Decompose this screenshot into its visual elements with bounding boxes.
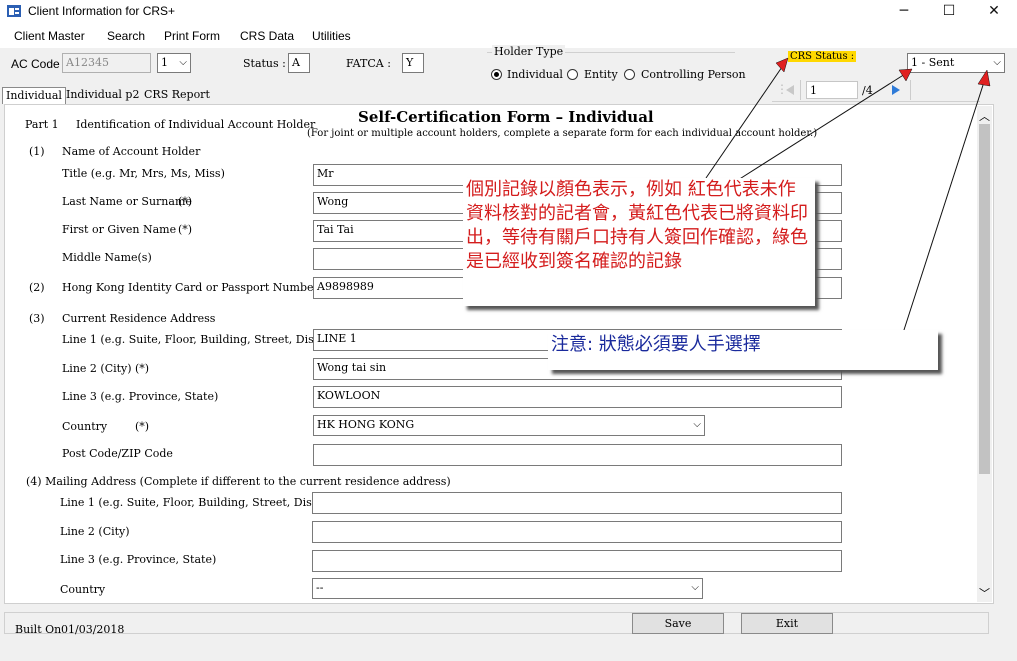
radio-controlling-person-label: Controlling Person (641, 68, 746, 81)
radio-individual-label: Individual (507, 68, 563, 81)
nav-divider (910, 80, 911, 100)
radio-entity[interactable] (567, 69, 578, 80)
window-title: Client Information for CRS+ (28, 4, 176, 18)
page-total: /4 (862, 84, 873, 97)
record-navigator (772, 79, 980, 102)
maximize-button[interactable]: ☐ (926, 0, 972, 26)
chevron-down-icon: ⌵ (993, 57, 1001, 68)
fatca-field[interactable]: Y (402, 53, 424, 73)
postcode-input[interactable] (313, 444, 842, 466)
app-icon (7, 5, 21, 17)
save-button[interactable]: Save (632, 613, 724, 634)
scroll-down-icon[interactable]: ﹀ (979, 585, 990, 601)
minimize-button[interactable]: ─ (881, 0, 927, 26)
holder-type-label: Holder Type (492, 45, 566, 58)
section-1-title: Name of Account Holder (62, 145, 201, 158)
form-title: Self-Certification Form – Individual (358, 108, 654, 126)
first-name-label: First or Given Name (62, 223, 177, 236)
menu-crs-data[interactable]: CRS Data (240, 29, 294, 43)
section-2-number: (2) (29, 281, 45, 294)
mailing-line3-input[interactable] (312, 550, 842, 572)
radio-entity-label: Entity (584, 68, 618, 81)
country-select[interactable]: HK HONG KONG ⌵ (313, 415, 705, 436)
address-line3-input[interactable]: KOWLOON (313, 386, 842, 408)
country-required: (*) (135, 420, 150, 433)
scroll-up-icon[interactable]: ︿ (979, 108, 990, 124)
menu-utilities[interactable]: Utilities (312, 29, 351, 43)
ac-code-field[interactable]: A12345 (62, 53, 151, 73)
menu-print-form[interactable]: Print Form (164, 29, 220, 43)
next-record-icon[interactable] (891, 84, 901, 96)
postcode-label: Post Code/ZIP Code (62, 447, 173, 460)
middle-name-label: Middle Name(s) (62, 251, 152, 264)
menu-client-master[interactable]: Client Master (14, 29, 85, 43)
close-button[interactable]: ✕ (971, 0, 1017, 26)
mailing-line2-label: Line 2 (City) (60, 525, 130, 538)
status-bar (4, 612, 989, 634)
menu-search[interactable]: Search (107, 29, 145, 43)
tab-individual[interactable]: Individual (2, 87, 66, 104)
account-seq-value: 1 (161, 56, 168, 69)
scrollbar-thumb[interactable] (979, 124, 990, 474)
mailing-country-value: -- (316, 581, 324, 594)
page-number-field[interactable]: 1 (806, 81, 858, 99)
part-label: Part 1 (25, 118, 59, 131)
mailing-line3-label: Line 3 (e.g. Province, State) (60, 553, 217, 566)
ac-code-label: AC Code : (11, 57, 67, 71)
color-legend-note: 個別記錄以顏色表示，例如 紅色代表未作資料核對的記者會，黃紅色代表已將資料印出，… (463, 178, 815, 306)
mailing-country-label: Country (60, 583, 106, 596)
address-line2-required: (*) (135, 362, 150, 375)
section-4-title: (4) Mailing Address (Complete if differe… (26, 475, 451, 488)
prev-record-icon[interactable] (785, 84, 795, 96)
address-line1-label: Line 1 (e.g. Suite, Floor, Building, Str… (62, 333, 342, 346)
tab-individual-p2[interactable]: Individual p2 (63, 87, 142, 103)
crs-status-label: CRS Status : (788, 51, 857, 62)
first-name-required: (*) (178, 223, 193, 236)
chevron-down-icon: ⌵ (691, 582, 699, 593)
address-line3-label: Line 3 (e.g. Province, State) (62, 390, 219, 403)
address-line2-label: Line 2 (City) (62, 362, 132, 375)
section-3-number: (3) (29, 312, 45, 325)
last-name-label: Last Name or Surname (62, 195, 192, 208)
mailing-country-select[interactable]: -- ⌵ (312, 578, 703, 599)
chevron-down-icon: ⌵ (693, 419, 701, 430)
exit-button[interactable]: Exit (741, 613, 833, 634)
built-on-date: 01/03/2018 (61, 623, 125, 636)
title-label: Title (e.g. Mr, Mrs, Ms, Miss) (62, 167, 225, 180)
part-title: Identification of Individual Account Hol… (76, 118, 316, 131)
built-on-label: Built On (15, 623, 62, 636)
section-3-title: Current Residence Address (62, 312, 216, 325)
mailing-line1-label: Line 1 (e.g. Suite, Floor, Building, Str… (60, 496, 340, 509)
tab-crs-report[interactable]: CRS Report (141, 87, 213, 103)
country-label: Country (62, 420, 108, 433)
account-seq-select[interactable]: 1 ⌵ (157, 53, 191, 73)
country-value: HK HONG KONG (317, 418, 415, 431)
status-field[interactable]: A (288, 53, 310, 73)
radio-controlling-person[interactable] (624, 69, 635, 80)
crs-status-value: 1 - Sent (911, 56, 955, 69)
id-number-label: Hong Kong Identity Card or Passport Numb… (62, 281, 319, 294)
chevron-down-icon: ⌵ (179, 57, 187, 68)
manual-status-note: 注意: 狀態必須要人手選擇 (548, 330, 938, 370)
mailing-line2-input[interactable] (312, 521, 842, 543)
nav-divider (800, 80, 801, 100)
crs-status-select[interactable]: 1 - Sent ⌵ (907, 53, 1005, 73)
radio-individual[interactable] (491, 69, 502, 80)
last-name-required: (*) (178, 195, 193, 208)
section-1-number: (1) (29, 145, 45, 158)
status-label: Status : (243, 57, 286, 70)
form-subtitle: (For joint or multiple account holders, … (307, 128, 818, 139)
mailing-line1-input[interactable] (312, 492, 842, 514)
fatca-label: FATCA : (346, 57, 391, 70)
